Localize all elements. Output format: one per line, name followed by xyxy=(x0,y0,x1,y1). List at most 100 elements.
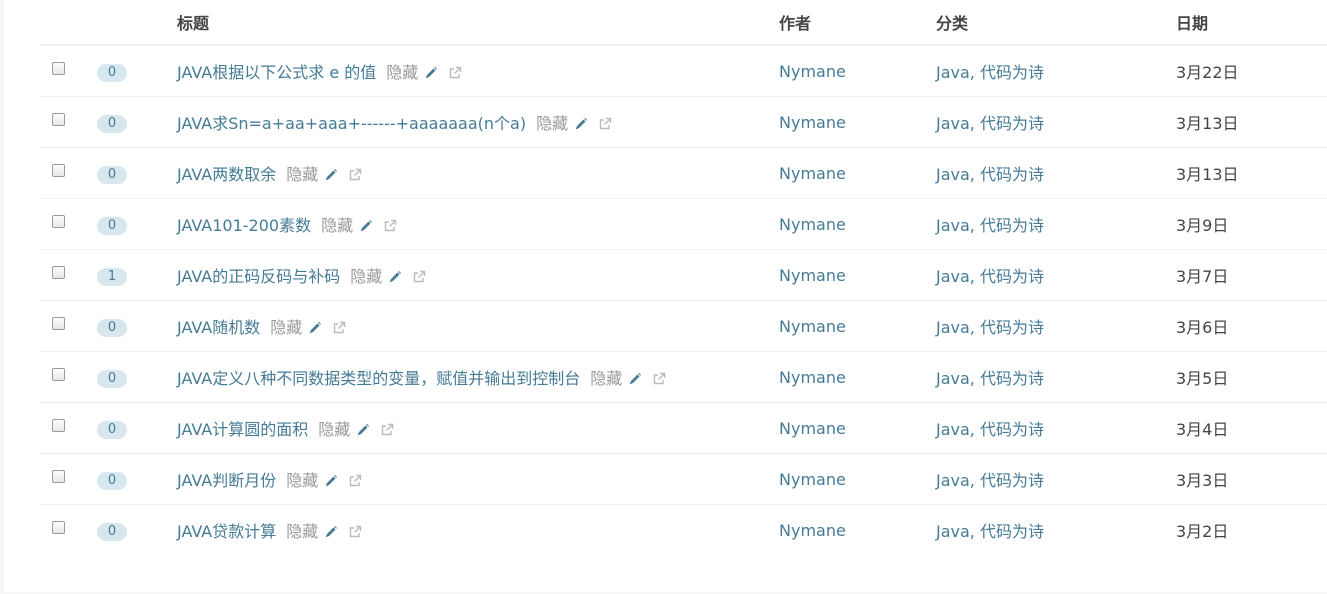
external-link-icon[interactable] xyxy=(448,66,462,80)
pencil-icon[interactable] xyxy=(388,270,402,284)
post-title-link[interactable]: JAVA贷款计算 xyxy=(177,522,276,541)
category-link[interactable]: Java, 代码为诗 xyxy=(936,267,1044,286)
author-link[interactable]: Nymane xyxy=(779,266,846,285)
row-checkbox[interactable] xyxy=(52,62,65,75)
pencil-icon[interactable] xyxy=(324,168,338,182)
post-title-link[interactable]: JAVA101-200素数 xyxy=(177,216,311,235)
hidden-status-link[interactable]: 隐藏 xyxy=(270,318,302,337)
category-link[interactable]: Java, 代码为诗 xyxy=(936,165,1044,184)
row-checkbox[interactable] xyxy=(52,368,65,381)
table-row: 0 JAVA判断月份 隐藏 Nymane Java, 代码为诗 3月3日 xyxy=(40,453,1327,505)
author-link[interactable]: Nymane xyxy=(779,317,846,336)
title-cell: JAVA101-200素数 隐藏 xyxy=(177,198,779,250)
title-cell: JAVA根据以下公式求 e 的值 隐藏 xyxy=(177,45,779,97)
hidden-status-link[interactable]: 隐藏 xyxy=(286,471,318,490)
pencil-icon[interactable] xyxy=(324,474,338,488)
select-cell xyxy=(40,453,97,505)
comment-count-badge[interactable]: 1 xyxy=(97,267,127,286)
row-checkbox[interactable] xyxy=(52,164,65,177)
external-link-icon[interactable] xyxy=(348,474,362,488)
hidden-status-link[interactable]: 隐藏 xyxy=(286,165,318,184)
row-checkbox[interactable] xyxy=(52,317,65,330)
post-title-link[interactable]: JAVA求Sn=a+aa+aaa+------+aaaaaaa(n个a) xyxy=(177,114,526,133)
posts-table-body: 0 JAVA根据以下公式求 e 的值 隐藏 Nymane Java, 代码为诗 3… xyxy=(40,45,1327,555)
pencil-icon[interactable] xyxy=(359,219,373,233)
post-title-link[interactable]: JAVA判断月份 xyxy=(177,471,276,490)
date-cell: 3月3日 xyxy=(1176,453,1327,505)
author-link[interactable]: Nymane xyxy=(779,368,846,387)
author-link[interactable]: Nymane xyxy=(779,62,846,81)
row-checkbox[interactable] xyxy=(52,113,65,126)
header-select xyxy=(40,0,97,46)
row-checkbox[interactable] xyxy=(52,215,65,228)
pencil-icon[interactable] xyxy=(628,372,642,386)
external-link-icon[interactable] xyxy=(348,525,362,539)
pencil-icon[interactable] xyxy=(356,423,370,437)
post-title-link[interactable]: JAVA随机数 xyxy=(177,318,260,337)
hidden-status-link[interactable]: 隐藏 xyxy=(590,369,622,388)
row-checkbox[interactable] xyxy=(52,266,65,279)
table-row: 0 JAVA定义八种不同数据类型的变量，赋值并输出到控制台 隐藏 Nymane J… xyxy=(40,351,1327,403)
category-link[interactable]: Java, 代码为诗 xyxy=(936,369,1044,388)
comment-count-badge[interactable]: 0 xyxy=(97,471,127,490)
post-title-link[interactable]: JAVA计算圆的面积 xyxy=(177,420,308,439)
comments-cell: 0 xyxy=(97,453,177,505)
author-link[interactable]: Nymane xyxy=(779,521,846,540)
external-link-icon[interactable] xyxy=(412,270,426,284)
comment-count-badge[interactable]: 0 xyxy=(97,63,127,82)
author-link[interactable]: Nymane xyxy=(779,470,846,489)
category-link[interactable]: Java, 代码为诗 xyxy=(936,471,1044,490)
comment-count-badge[interactable]: 0 xyxy=(97,165,127,184)
category-link[interactable]: Java, 代码为诗 xyxy=(936,318,1044,337)
external-link-icon[interactable] xyxy=(332,321,346,335)
external-link-icon[interactable] xyxy=(380,423,394,437)
table-row: 0 JAVA根据以下公式求 e 的值 隐藏 Nymane Java, 代码为诗 3… xyxy=(40,45,1327,97)
post-title-link[interactable]: JAVA两数取余 xyxy=(177,165,276,184)
hidden-status-link[interactable]: 隐藏 xyxy=(318,420,350,439)
header-comments xyxy=(97,0,177,46)
post-title-link[interactable]: JAVA的正码反码与补码 xyxy=(177,267,340,286)
comment-count-badge[interactable]: 0 xyxy=(97,216,127,235)
author-link[interactable]: Nymane xyxy=(779,419,846,438)
post-date: 3月6日 xyxy=(1176,318,1229,337)
title-cell: JAVA的正码反码与补码 隐藏 xyxy=(177,249,779,301)
external-link-icon[interactable] xyxy=(652,372,666,386)
pencil-icon[interactable] xyxy=(574,117,588,131)
comment-count-badge[interactable]: 0 xyxy=(97,114,127,133)
author-link[interactable]: Nymane xyxy=(779,113,846,132)
hidden-status-link[interactable]: 隐藏 xyxy=(286,522,318,541)
table-row: 1 JAVA的正码反码与补码 隐藏 Nymane Java, 代码为诗 3月7日 xyxy=(40,249,1327,301)
hidden-status-link[interactable]: 隐藏 xyxy=(386,63,418,82)
category-link[interactable]: Java, 代码为诗 xyxy=(936,522,1044,541)
category-link[interactable]: Java, 代码为诗 xyxy=(936,63,1044,82)
comment-count-badge[interactable]: 0 xyxy=(97,318,127,337)
title-cell: JAVA判断月份 隐藏 xyxy=(177,453,779,505)
header-author: 作者 xyxy=(779,0,936,46)
comment-count-badge[interactable]: 0 xyxy=(97,522,127,541)
external-link-icon[interactable] xyxy=(383,219,397,233)
row-checkbox[interactable] xyxy=(52,419,65,432)
post-title-link[interactable]: JAVA定义八种不同数据类型的变量，赋值并输出到控制台 xyxy=(177,369,580,388)
select-cell xyxy=(40,249,97,301)
hidden-status-link[interactable]: 隐藏 xyxy=(321,216,353,235)
author-cell: Nymane xyxy=(779,505,936,556)
category-link[interactable]: Java, 代码为诗 xyxy=(936,114,1044,133)
row-checkbox[interactable] xyxy=(52,470,65,483)
category-cell: Java, 代码为诗 xyxy=(936,351,1176,403)
pencil-icon[interactable] xyxy=(324,525,338,539)
author-link[interactable]: Nymane xyxy=(779,215,846,234)
category-cell: Java, 代码为诗 xyxy=(936,249,1176,301)
external-link-icon[interactable] xyxy=(598,117,612,131)
row-checkbox[interactable] xyxy=(52,521,65,534)
pencil-icon[interactable] xyxy=(424,66,438,80)
hidden-status-link[interactable]: 隐藏 xyxy=(536,114,568,133)
hidden-status-link[interactable]: 隐藏 xyxy=(350,267,382,286)
pencil-icon[interactable] xyxy=(308,321,322,335)
comment-count-badge[interactable]: 0 xyxy=(97,369,127,388)
comment-count-badge[interactable]: 0 xyxy=(97,420,127,439)
external-link-icon[interactable] xyxy=(348,168,362,182)
category-link[interactable]: Java, 代码为诗 xyxy=(936,216,1044,235)
post-title-link[interactable]: JAVA根据以下公式求 e 的值 xyxy=(177,63,376,82)
author-link[interactable]: Nymane xyxy=(779,164,846,183)
category-link[interactable]: Java, 代码为诗 xyxy=(936,420,1044,439)
